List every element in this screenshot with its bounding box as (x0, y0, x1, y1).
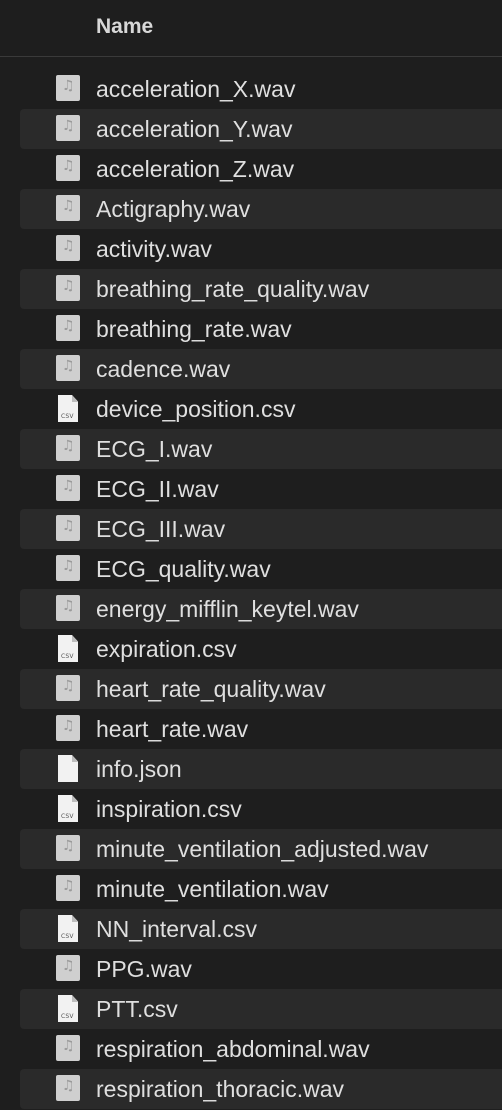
audio-file-icon: ♫ (56, 435, 82, 463)
file-type-tag: CSV (61, 933, 74, 940)
generic-file-icon (56, 755, 82, 783)
file-type-tag: CSV (61, 813, 74, 820)
file-row[interactable]: CSV device_position.csv (20, 389, 502, 429)
audio-file-icon: ♫ (56, 315, 82, 343)
audio-file-icon: ♫ (56, 875, 82, 903)
file-name: PPG.wav (96, 956, 192, 982)
file-name: ECG_I.wav (96, 436, 213, 462)
file-name: ECG_III.wav (96, 516, 226, 542)
file-row[interactable]: ♫ breathing_rate.wav (20, 309, 502, 349)
file-name: heart_rate.wav (96, 716, 249, 742)
file-name: device_position.csv (96, 396, 296, 422)
file-name: cadence.wav (96, 356, 231, 382)
file-row[interactable]: ♫ acceleration_Z.wav (20, 149, 502, 189)
file-name: ECG_II.wav (96, 476, 219, 502)
file-row[interactable]: ♫ heart_rate.wav (20, 709, 502, 749)
file-name: minute_ventilation_adjusted.wav (96, 836, 429, 862)
file-name: respiration_thoracic.wav (96, 1076, 345, 1102)
audio-file-icon: ♫ (56, 595, 82, 623)
file-name: acceleration_Y.wav (96, 116, 293, 142)
file-row[interactable]: ♫ acceleration_Y.wav (20, 109, 502, 149)
file-name: breathing_rate.wav (96, 316, 292, 342)
audio-file-icon: ♫ (56, 475, 82, 503)
file-row[interactable]: CSV inspiration.csv (20, 789, 502, 829)
file-row[interactable]: info.json (20, 749, 502, 789)
audio-file-icon: ♫ (56, 1035, 82, 1063)
file-name: heart_rate_quality.wav (96, 676, 326, 702)
audio-file-icon: ♫ (56, 235, 82, 263)
file-row[interactable]: ♫ ECG_quality.wav (20, 549, 502, 589)
file-name: inspiration.csv (96, 796, 242, 822)
file-name: minute_ventilation.wav (96, 876, 329, 902)
file-row[interactable]: ♫ ECG_II.wav (20, 469, 502, 509)
file-row[interactable]: ♫ minute_ventilation.wav (20, 869, 502, 909)
file-row[interactable]: ♫ minute_ventilation_adjusted.wav (20, 829, 502, 869)
file-row[interactable]: CSV NN_interval.csv (20, 909, 502, 949)
audio-file-icon: ♫ (56, 515, 82, 543)
file-name: PTT.csv (96, 996, 178, 1022)
file-name: energy_mifflin_keytel.wav (96, 596, 359, 622)
audio-file-icon: ♫ (56, 155, 82, 183)
file-type-tag: CSV (61, 413, 74, 420)
file-row[interactable]: ♫ acceleration_X.wav (20, 69, 502, 109)
file-name: info.json (96, 756, 182, 782)
file-row[interactable]: ♫ PPG.wav (20, 949, 502, 989)
file-row[interactable]: ♫ activity.wav (20, 229, 502, 269)
column-header: Name (0, 0, 502, 57)
file-name: activity.wav (96, 236, 212, 262)
file-row[interactable]: ♫ breathing_rate_quality.wav (20, 269, 502, 309)
audio-file-icon: ♫ (56, 75, 82, 103)
csv-file-icon: CSV (56, 995, 82, 1023)
file-name: acceleration_Z.wav (96, 156, 295, 182)
audio-file-icon: ♫ (56, 1075, 82, 1103)
audio-file-icon: ♫ (56, 115, 82, 143)
audio-file-icon: ♫ (56, 955, 82, 983)
file-row[interactable]: CSV expiration.csv (20, 629, 502, 669)
file-row[interactable]: ♫ respiration_thoracic.wav (20, 1069, 502, 1109)
audio-file-icon: ♫ (56, 275, 82, 303)
file-name: Actigraphy.wav (96, 196, 251, 222)
file-type-tag: CSV (61, 653, 74, 660)
file-row[interactable]: ♫ energy_mifflin_keytel.wav (20, 589, 502, 629)
audio-file-icon: ♫ (56, 555, 82, 583)
name-column-header[interactable]: Name (96, 15, 153, 39)
file-row[interactable]: ♫ heart_rate_quality.wav (20, 669, 502, 709)
file-name: breathing_rate_quality.wav (96, 276, 370, 302)
audio-file-icon: ♫ (56, 355, 82, 383)
audio-file-icon: ♫ (56, 675, 82, 703)
file-type-tag: CSV (61, 1013, 74, 1020)
csv-file-icon: CSV (56, 795, 82, 823)
file-name: expiration.csv (96, 636, 237, 662)
file-name: NN_interval.csv (96, 916, 258, 942)
audio-file-icon: ♫ (56, 715, 82, 743)
file-row[interactable]: ♫ respiration_abdominal.wav (20, 1029, 502, 1069)
audio-file-icon: ♫ (56, 195, 82, 223)
file-name: acceleration_X.wav (96, 76, 296, 102)
file-row[interactable]: ♫ ECG_I.wav (20, 429, 502, 469)
file-name: respiration_abdominal.wav (96, 1036, 370, 1062)
file-row[interactable]: ♫ cadence.wav (20, 349, 502, 389)
csv-file-icon: CSV (56, 635, 82, 663)
file-row[interactable]: ♫ ECG_III.wav (20, 509, 502, 549)
file-list: ♫ acceleration_X.wav ♫ acceleration_Y.wav ♫ a… (0, 69, 502, 1109)
file-name: ECG_quality.wav (96, 556, 271, 582)
file-row[interactable]: CSV PTT.csv (20, 989, 502, 1029)
file-row[interactable]: ♫ Actigraphy.wav (20, 189, 502, 229)
csv-file-icon: CSV (56, 915, 82, 943)
audio-file-icon: ♫ (56, 835, 82, 863)
csv-file-icon: CSV (56, 395, 82, 423)
